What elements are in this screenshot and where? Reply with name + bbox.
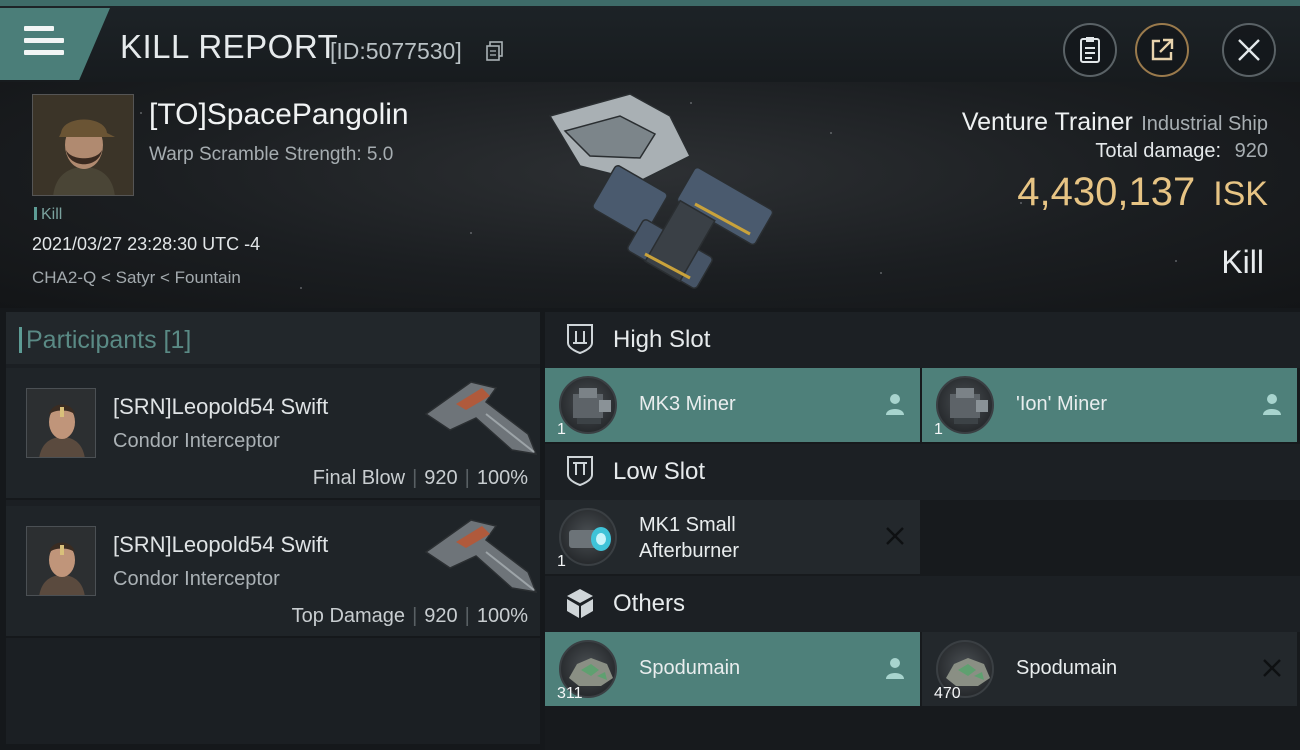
person-icon [886,394,904,415]
victim-avatar[interactable] [32,94,134,196]
kill-datetime: 2021/03/27 23:28:30 UTC -4 [32,234,261,254]
share-icon [1151,38,1174,61]
participants-panel: Participants [1] [SRN]Leopold54 Swift Co… [6,312,540,744]
low-slot-icon [567,456,593,487]
item-quantity: 470 [934,685,961,702]
total-damage-value: 920 [1234,140,1268,162]
total-damage: Total damage: 920 [1095,140,1268,163]
item-name-line1: MK1 Small [639,514,736,536]
close-button[interactable] [1222,23,1276,77]
afterburner-icon [559,508,617,566]
isk-unit: ISK [1213,175,1268,213]
miner-icon [936,376,994,434]
item-name: Spodumain [639,657,741,679]
person-icon [1263,394,1281,415]
participant-percent: 100% [476,605,528,627]
high-slot-icon [567,324,593,355]
report-id: [ID:5077530] [330,38,462,64]
item-name: MK3 Miner [639,393,736,415]
destroyed-x-icon [886,527,904,545]
fitting-panel: High Slot 1 MK3 Miner 1 'Ion' Miner Low … [545,312,1300,750]
ship-info: Venture Trainer Industrial Ship [962,108,1268,137]
participant-row[interactable]: [SRN]Leopold54 Swift Condor Interceptor … [6,368,540,500]
isk-amount: 4,430,137 [1017,170,1196,214]
item-quantity: 1 [934,421,943,438]
participant-damage: 920 [424,605,458,627]
low-slot-header: Low Slot [545,444,1300,500]
cube-icon [567,589,593,618]
clipboard-button[interactable] [1063,23,1117,77]
others-header: Others [545,576,1300,632]
menu-button[interactable] [0,8,110,80]
victim-name[interactable]: [TO]SpacePangolin [149,98,409,132]
copy-icon[interactable] [486,41,504,61]
participant-role: Final Blow [312,467,406,489]
warp-scramble-strength: Warp Scramble Strength: 5.0 [149,144,394,165]
total-damage-label: Total damage: [1095,140,1222,162]
participant-ship[interactable]: Condor Interceptor [113,568,280,591]
participant-ship-image[interactable] [416,512,540,598]
high-slot-header: High Slot [545,312,1300,368]
participant-name[interactable]: [SRN]Leopold54 Swift [113,394,328,420]
participant-percent: 100% [476,467,528,489]
page-title: KILL REPORT [120,28,339,65]
kill-location[interactable]: CHA2-Q < Satyr < Fountain [32,268,241,288]
participant-ship-image[interactable] [416,374,540,460]
participant-stats: Final Blow | 920 | 100% [312,467,528,489]
item-name: 'Ion' Miner [1016,393,1108,415]
result-label: Kill [1221,244,1264,280]
hamburger-icon [24,26,64,60]
participant-damage: 920 [424,467,458,489]
ship-class: Industrial Ship [1141,113,1268,135]
others-label: Others [613,590,686,617]
participant-name[interactable]: [SRN]Leopold54 Swift [113,532,328,558]
share-button[interactable] [1135,23,1189,77]
participants-title: Participants [1] [18,326,192,354]
participants-header: Participants [1] [6,312,540,364]
item-quantity: 1 [557,421,566,438]
participant-avatar[interactable] [26,388,96,458]
item-quantity: 311 [557,685,583,702]
cargo-item[interactable]: 311 Spodumain [545,632,920,706]
item-quantity: 1 [557,553,566,570]
participant-avatar[interactable] [26,526,96,596]
kill-tag: Kill [34,206,62,224]
module-item[interactable]: 1 'Ion' Miner [922,368,1297,442]
person-icon [886,658,904,679]
destroyed-x-icon [1263,659,1281,677]
module-item[interactable]: 1 MK3 Miner [545,368,920,442]
module-item[interactable]: 1 MK1 Small Afterburner [545,500,920,574]
ship-name[interactable]: Venture Trainer [962,108,1133,136]
victim-ship-image[interactable] [520,86,790,296]
item-name-line2: Afterburner [639,540,740,562]
participant-stats: Top Damage | 920 | 100% [291,605,528,627]
item-name: Spodumain [1016,657,1118,679]
miner-icon [559,376,617,434]
participant-ship[interactable]: Condor Interceptor [113,430,280,453]
isk-value: 4,430,137 ISK [1017,170,1268,215]
close-icon [1238,39,1260,61]
item-name: MK1 Small Afterburner [639,512,739,564]
cargo-item[interactable]: 470 Spodumain [922,632,1297,706]
low-slot-label: Low Slot [613,458,706,485]
high-slot-label: High Slot [613,326,711,353]
title-bar: KILL REPORT [ID:5077530] [0,0,1300,82]
victim-header: [TO]SpacePangolin Warp Scramble Strength… [0,82,1300,308]
participant-row[interactable]: [SRN]Leopold54 Swift Condor Interceptor … [6,506,540,638]
clipboard-icon [1080,37,1100,63]
participant-role: Top Damage [291,605,406,627]
